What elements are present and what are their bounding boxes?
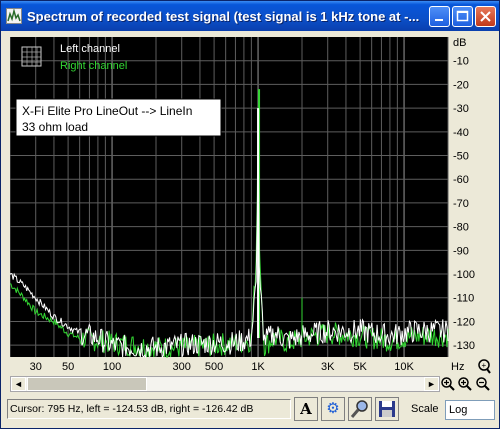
x-tick-label: 300 [173, 361, 191, 373]
save-icon [379, 401, 395, 417]
scroll-left-button[interactable]: ◄ [11, 377, 26, 391]
font-button[interactable]: A [294, 397, 318, 421]
y-tick-label: -130 [453, 340, 475, 352]
x-tick-label: 100 [103, 361, 121, 373]
app-icon[interactable] [6, 8, 22, 24]
y-tick-label: -20 [453, 79, 469, 91]
legend-left-channel: Left channel [60, 43, 120, 55]
plot-background [10, 37, 448, 357]
y-tick-labels: -10 -20 -30 -40 -50 -60 -70 -80 -90 -100 -110 -120 -… [453, 56, 475, 352]
zoom-in-button[interactable] [440, 376, 456, 392]
y-tick-label: -90 [453, 245, 469, 257]
y-tick-label: -50 [453, 151, 469, 163]
y-unit-label: dB [453, 37, 466, 49]
zoom-in-alt-button[interactable] [457, 376, 473, 392]
scroll-thumb[interactable] [27, 377, 147, 391]
annotation-box: X-Fi Elite Pro LineOut --> LineIn 33 ohm… [15, 98, 222, 137]
search-button[interactable] [348, 397, 372, 421]
minimize-button[interactable] [429, 6, 450, 27]
spectrum-chart[interactable]: -10 -20 -30 -40 -50 -60 -70 -80 -90 -100 -110 -120 -… [9, 37, 491, 375]
close-icon [480, 11, 491, 22]
maximize-icon [456, 10, 469, 22]
search-icon [350, 400, 368, 418]
annotation-line2: 33 ohm load [22, 120, 88, 134]
y-tick-label: -40 [453, 127, 469, 139]
font-icon: A [300, 400, 312, 418]
zoom-out-icon [476, 377, 490, 391]
minimize-icon [435, 19, 443, 21]
y-tick-label: -30 [453, 103, 469, 115]
spectrum-plot[interactable]: -10 -20 -30 -40 -50 -60 -70 -80 -90 -100 -110 -120 -… [9, 37, 491, 375]
settings-icon: ⚙ [326, 400, 340, 417]
y-tick-label: -120 [453, 316, 475, 328]
window-title: Spectrum of recorded test signal (test s… [27, 9, 420, 24]
spectrum-app-icon [7, 8, 21, 22]
zoom-fit-button[interactable]: + [478, 359, 491, 374]
horizontal-scrollbar[interactable]: ◄ ► [10, 376, 440, 392]
annotation-line1: X-Fi Elite Pro LineOut --> LineIn [22, 104, 192, 118]
title-bar[interactable]: Spectrum of recorded test signal (test s… [1, 1, 499, 31]
legend-right-channel: Right channel [60, 60, 127, 72]
x-tick-label: 500 [205, 361, 223, 373]
cursor-status: Cursor: 795 Hz, left = -124.53 dB, right… [7, 399, 291, 419]
close-button[interactable] [475, 6, 496, 27]
spectrum-window: Spectrum of recorded test signal (test s… [0, 0, 500, 429]
y-tick-label: -110 [453, 293, 474, 305]
zoom-in-y-label: + [482, 361, 487, 370]
maximize-button[interactable] [452, 6, 473, 27]
right-arrow-icon: ► [427, 379, 436, 389]
scale-select[interactable]: Log [445, 400, 495, 420]
x-tick-label: 10K [394, 361, 414, 373]
scale-label: Scale [411, 403, 439, 415]
x-tick-label: 1K [251, 361, 265, 373]
y-tick-label: -60 [453, 174, 469, 186]
x-tick-label: 50 [62, 361, 74, 373]
y-tick-label: -10 [453, 56, 469, 68]
x-tick-label: 30 [30, 361, 42, 373]
zoom-out-button[interactable] [475, 376, 491, 392]
zoom-in-icon [441, 377, 455, 391]
x-unit-label: Hz [451, 361, 464, 373]
x-tick-label: 5K [353, 361, 367, 373]
save-button[interactable] [375, 397, 399, 421]
y-tick-label: -100 [453, 269, 475, 281]
x-tick-labels: 30 50 100 300 500 1K 3K 5K 10K [30, 361, 415, 373]
scroll-right-button[interactable]: ► [424, 377, 439, 391]
settings-button[interactable]: ⚙ [321, 397, 345, 421]
y-tick-label: -80 [453, 222, 469, 234]
zoom-in-alt-icon [458, 377, 472, 391]
x-tick-label: 3K [321, 361, 335, 373]
left-arrow-icon: ◄ [14, 379, 23, 389]
y-tick-label: -70 [453, 198, 469, 210]
